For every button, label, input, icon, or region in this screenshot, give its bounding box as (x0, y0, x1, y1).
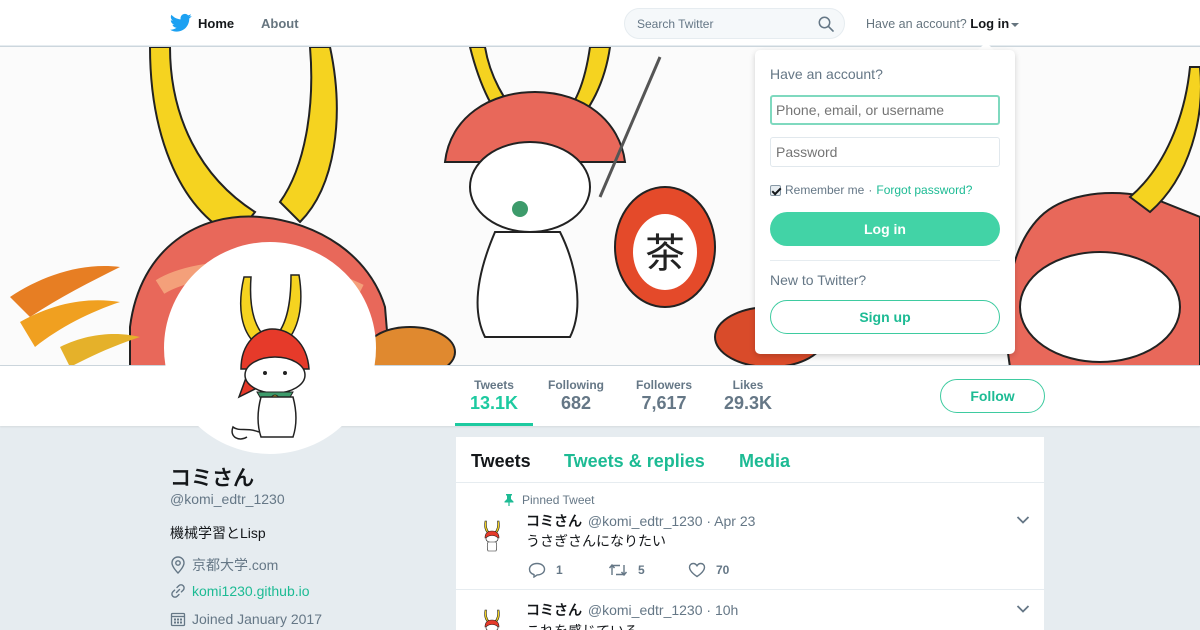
have-account-text: Have an account? (866, 17, 967, 31)
password-field[interactable] (770, 137, 1000, 167)
tweet-author-handle[interactable]: @komi_edtr_1230 (588, 602, 703, 618)
tweet-author-name[interactable]: コミさん (526, 602, 582, 618)
joined-text: Joined January 2017 (192, 611, 322, 627)
stat-label: Tweets (474, 378, 514, 392)
nav-home-label: Home (198, 15, 235, 31)
profile-name: コミさん (170, 467, 254, 490)
nav-home-link[interactable]: Home (170, 13, 234, 33)
link-icon (171, 584, 185, 598)
remember-me-label[interactable]: Remember me (785, 183, 864, 197)
location-text: 京都大学.com (192, 557, 279, 573)
profile-avatar[interactable] (164, 242, 376, 454)
remember-me-checkbox[interactable] (770, 184, 781, 196)
tweet-timestamp[interactable]: · 10h (706, 602, 738, 618)
profile-website: komi1230.github.io (170, 583, 310, 599)
profile-handle: @komi_edtr_1230 (170, 491, 285, 507)
calendar-icon (170, 612, 186, 627)
retweet-action[interactable]: 5 (608, 562, 688, 578)
profile-location: 京都大学.com (170, 555, 278, 575)
separator-dot: · (868, 183, 873, 197)
svg-text:茶: 茶 (645, 231, 685, 277)
tab-tweets[interactable]: Tweets (471, 451, 531, 472)
reply-count: 1 (556, 563, 563, 577)
login-title: Have an account? (770, 66, 883, 82)
stat-value: 13.1K (470, 393, 519, 413)
divider (770, 260, 1000, 261)
tweet-actions: 1 5 70 (528, 562, 768, 578)
retweet-icon (608, 563, 628, 577)
username-field[interactable] (770, 95, 1000, 125)
chevron-down-icon[interactable] (1016, 604, 1030, 614)
active-stat-underline (455, 423, 533, 426)
caret-down-icon (1011, 22, 1020, 27)
login-link[interactable]: Log in (970, 16, 1009, 31)
tweet-author-name[interactable]: コミさん (526, 513, 582, 529)
heart-icon (688, 562, 706, 578)
profile-joined: Joined January 2017 (170, 611, 322, 627)
login-dropdown: Have an account? Remember me · Forgot pa… (755, 50, 1015, 354)
tweet-item[interactable]: コミさん @komi_edtr_1230 · 10h これを感じている (456, 590, 1044, 630)
tweet-timeline: Tweets Tweets & replies Media Pinned Twe… (456, 437, 1044, 630)
remember-row: Remember me · Forgot password? (770, 183, 972, 197)
dropdown-arrow (978, 42, 994, 50)
tweet-avatar[interactable] (474, 606, 510, 630)
tweet-text: これを感じている (526, 621, 638, 630)
tweet-timestamp[interactable]: · Apr 23 (706, 513, 755, 529)
location-pin-icon (171, 556, 185, 574)
tweet-header: コミさん @komi_edtr_1230 · Apr 23 (526, 511, 755, 531)
new-to-twitter-text: New to Twitter? (770, 272, 867, 288)
like-count: 70 (716, 563, 730, 577)
reply-icon (528, 562, 546, 578)
follow-button[interactable]: Follow (940, 379, 1045, 413)
like-action[interactable]: 70 (688, 562, 768, 578)
stat-label: Followers (636, 378, 693, 392)
stat-label: Likes (732, 378, 764, 392)
pinned-label: Pinned Tweet (522, 493, 595, 507)
tweet-author-handle[interactable]: @komi_edtr_1230 (588, 513, 703, 529)
signup-button[interactable]: Sign up (770, 300, 1000, 334)
stat-value: 682 (560, 393, 592, 413)
stat-likes[interactable]: Likes 29.3K (724, 378, 772, 414)
tweet-avatar[interactable] (474, 517, 510, 553)
nav-about-link[interactable]: About (261, 16, 299, 31)
forgot-password-link[interactable]: Forgot password? (876, 183, 972, 197)
search-input[interactable]: Search Twitter (624, 8, 845, 39)
chevron-down-icon[interactable] (1016, 515, 1030, 525)
login-button[interactable]: Log in (770, 212, 1000, 246)
timeline-tabs: Tweets Tweets & replies Media (456, 437, 1044, 483)
stat-value: 29.3K (724, 393, 773, 413)
pin-icon (504, 494, 514, 506)
twitter-bird-icon (170, 13, 192, 32)
search-icon[interactable] (818, 16, 834, 32)
stat-following[interactable]: Following 682 (548, 378, 604, 414)
tab-tweets-replies[interactable]: Tweets & replies (564, 451, 705, 472)
tweet-text: うさぎさんになりたい (526, 533, 666, 549)
retweet-count: 5 (638, 563, 645, 577)
stat-tweets[interactable]: Tweets 13.1K (470, 378, 518, 414)
stat-value: 7,617 (641, 393, 687, 413)
tweet-header: コミさん @komi_edtr_1230 · 10h (526, 600, 738, 620)
top-navigation-bar: Home About Search Twitter Have an accoun… (0, 0, 1200, 46)
avatar-illustration (231, 274, 310, 440)
search-placeholder: Search Twitter (637, 17, 714, 31)
profile-bio: 機械学習とLisp (170, 525, 266, 541)
reply-action[interactable]: 1 (528, 562, 608, 578)
login-menu-toggle[interactable]: Have an account? Log in (866, 16, 1020, 31)
stat-label: Following (548, 378, 604, 392)
website-link[interactable]: komi1230.github.io (192, 583, 310, 599)
tweet-item[interactable]: Pinned Tweet コミさん @komi_edtr_1230 · Apr … (456, 483, 1044, 590)
pinned-indicator: Pinned Tweet (504, 493, 595, 507)
tab-media[interactable]: Media (739, 451, 790, 472)
stat-followers[interactable]: Followers 7,617 (636, 378, 692, 414)
